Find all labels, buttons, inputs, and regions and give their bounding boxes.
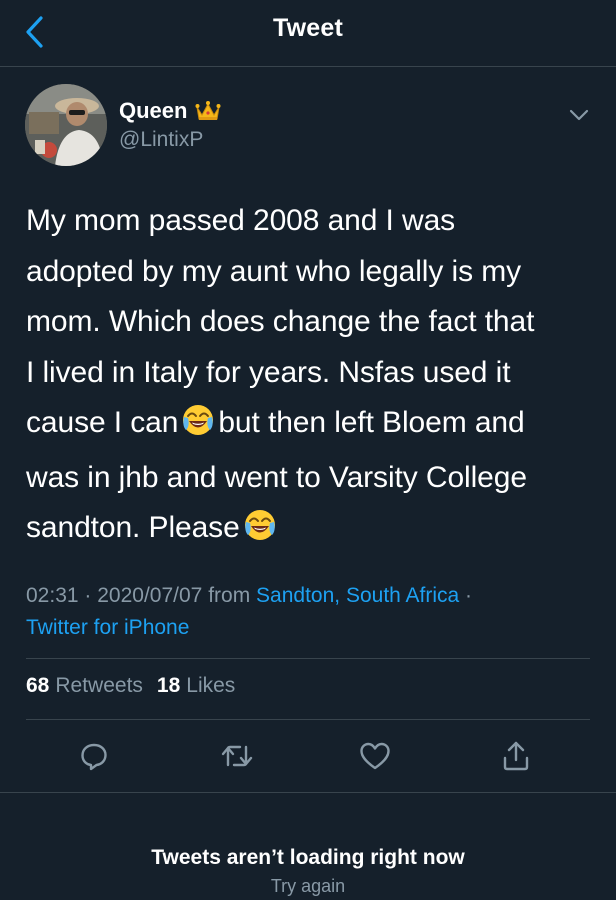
crown-icon bbox=[195, 100, 221, 122]
tweet-time: 02:31 bbox=[26, 584, 79, 607]
like-button[interactable] bbox=[355, 736, 395, 776]
avatar-photo bbox=[25, 84, 107, 166]
tweet-line: My mom passed 2008 and I was bbox=[26, 204, 456, 237]
tweet-line: adopted by my aunt who legally is my bbox=[26, 254, 521, 288]
likes-stat[interactable]: 18 Likes bbox=[157, 674, 235, 698]
avatar[interactable] bbox=[25, 84, 107, 166]
divider bbox=[26, 658, 590, 659]
divider bbox=[26, 719, 590, 720]
tweet-line: I lived in Italy for years. Nsfas used i… bbox=[26, 355, 511, 389]
more-options-button[interactable] bbox=[564, 100, 594, 130]
tweet-text-fragment: sandton. Please bbox=[26, 511, 240, 544]
tweet-stats: 68 Retweets 18 Likes bbox=[26, 674, 249, 698]
tweet-text: My mom passed 2008 and I was adopted by … bbox=[26, 196, 601, 558]
tweet-text-fragment: cause I can bbox=[26, 406, 179, 439]
divider bbox=[0, 792, 616, 793]
location-link[interactable]: Sandton, South Africa bbox=[256, 584, 459, 607]
likes-label: Likes bbox=[186, 674, 236, 697]
reply-button[interactable] bbox=[74, 736, 114, 776]
author-name-row[interactable]: Queen bbox=[119, 98, 221, 124]
retweets-stat[interactable]: 68 Retweets bbox=[26, 674, 143, 698]
separator: · bbox=[84, 584, 92, 607]
face-with-tears-of-joy-icon bbox=[182, 402, 214, 453]
likes-count: 18 bbox=[156, 674, 181, 697]
tweet-date: 2020/07/07 bbox=[97, 584, 203, 607]
share-button[interactable] bbox=[496, 736, 536, 776]
author-handle[interactable]: @LintixP bbox=[119, 128, 203, 152]
share-icon bbox=[503, 741, 529, 771]
tweet-text-fragment: but then left Bloem and bbox=[218, 406, 525, 439]
reply-icon bbox=[81, 743, 107, 771]
retweets-count: 68 bbox=[26, 674, 50, 697]
tweet-line: sandton. Please bbox=[26, 503, 601, 558]
action-bar bbox=[0, 734, 616, 778]
top-bar: Tweet bbox=[0, 0, 616, 67]
separator: · bbox=[465, 584, 473, 607]
author-name[interactable]: Queen bbox=[119, 98, 187, 124]
source-link[interactable]: Twitter for iPhone bbox=[26, 616, 189, 639]
error-message: Tweets aren’t loading right now bbox=[151, 846, 465, 869]
retweet-icon bbox=[221, 745, 253, 767]
face-with-tears-of-joy-icon bbox=[244, 507, 276, 558]
tweet-meta: 02:31 · 2020/07/07 from Sandton, South A… bbox=[26, 580, 596, 644]
tweet-line: cause I can but then left Bloem and bbox=[26, 398, 601, 453]
chevron-down-icon bbox=[569, 109, 589, 121]
like-icon bbox=[360, 742, 390, 770]
from-label: from bbox=[208, 584, 251, 607]
page-title: Tweet bbox=[273, 14, 343, 42]
retweet-button[interactable] bbox=[217, 736, 257, 776]
retweets-label: Retweets bbox=[55, 674, 143, 697]
try-again-button[interactable]: Try again bbox=[0, 876, 616, 897]
tweet-line: was in jhb and went to Varsity College bbox=[26, 460, 527, 494]
tweet-line: mom. Which does change the fact that bbox=[26, 305, 535, 338]
